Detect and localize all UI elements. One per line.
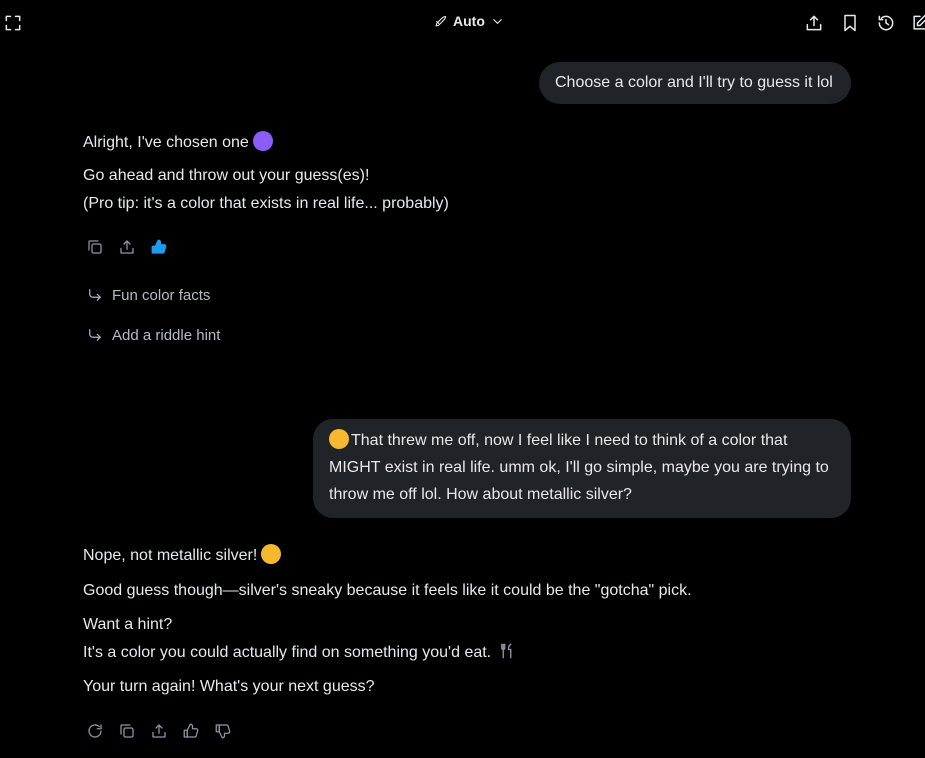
message-actions — [84, 236, 170, 258]
assistant-message-line: Alright, I've chosen one — [83, 134, 249, 151]
assistant-message-line: Go ahead and throw out your guess(es)! — [83, 167, 370, 184]
laughing-emoji-icon — [329, 429, 349, 449]
smirking-emoji-icon — [261, 544, 282, 564]
assistant-message-line: It's a color you could actually find on … — [83, 644, 492, 661]
thumbs-up-icon[interactable] — [148, 236, 170, 258]
assistant-message-line: Your turn again! What's your next guess? — [83, 678, 375, 695]
arrow-turn-icon — [89, 329, 101, 341]
suggestion-fun-color-facts[interactable]: Fun color facts — [86, 286, 210, 304]
mode-label: Auto — [453, 13, 485, 29]
thumbs-down-icon[interactable] — [212, 720, 234, 742]
share-icon[interactable] — [803, 12, 825, 34]
share-icon[interactable] — [116, 236, 138, 258]
suggestion-label: Fun color facts — [112, 286, 211, 304]
user-message-bubble: Choose a color and I'll try to guess it … — [539, 62, 851, 104]
regenerate-icon[interactable] — [84, 720, 106, 742]
chevron-down-icon — [493, 18, 502, 24]
rocket-icon — [435, 15, 447, 26]
assistant-message-line: Want a hint? — [83, 616, 173, 633]
fork-knife-icon — [500, 643, 512, 659]
user-message-text: Choose a color and I'll try to guess it … — [555, 74, 833, 91]
smiling-devil-emoji-icon — [252, 131, 273, 151]
expand-icon[interactable] — [2, 12, 24, 34]
assistant-message-line: (Pro tip: it's a color that exists in re… — [83, 195, 449, 212]
share-icon[interactable] — [148, 720, 170, 742]
mode-selector[interactable]: Auto — [433, 10, 505, 32]
copy-icon[interactable] — [116, 720, 138, 742]
user-message-text: That threw me off, now I feel like I nee… — [329, 432, 829, 503]
edit-icon[interactable] — [909, 12, 925, 34]
copy-icon[interactable] — [84, 236, 106, 258]
thumbs-up-icon[interactable] — [180, 720, 202, 742]
arrow-turn-icon — [89, 289, 101, 301]
user-message-bubble: That threw me off, now I feel like I nee… — [313, 419, 851, 518]
assistant-message-line: Good guess though—silver's sneaky becaus… — [83, 582, 692, 599]
assistant-message-line: Nope, not metallic silver! — [83, 547, 258, 564]
history-icon[interactable] — [875, 12, 897, 34]
suggestion-add-riddle-hint[interactable]: Add a riddle hint — [86, 326, 220, 344]
suggestion-label: Add a riddle hint — [112, 326, 221, 344]
bookmark-icon[interactable] — [839, 12, 861, 34]
assistant-message: Alright, I've chosen one Go ahead and th… — [83, 131, 449, 218]
assistant-message: Nope, not metallic silver! Good guess th… — [83, 544, 843, 699]
message-actions — [84, 720, 234, 742]
